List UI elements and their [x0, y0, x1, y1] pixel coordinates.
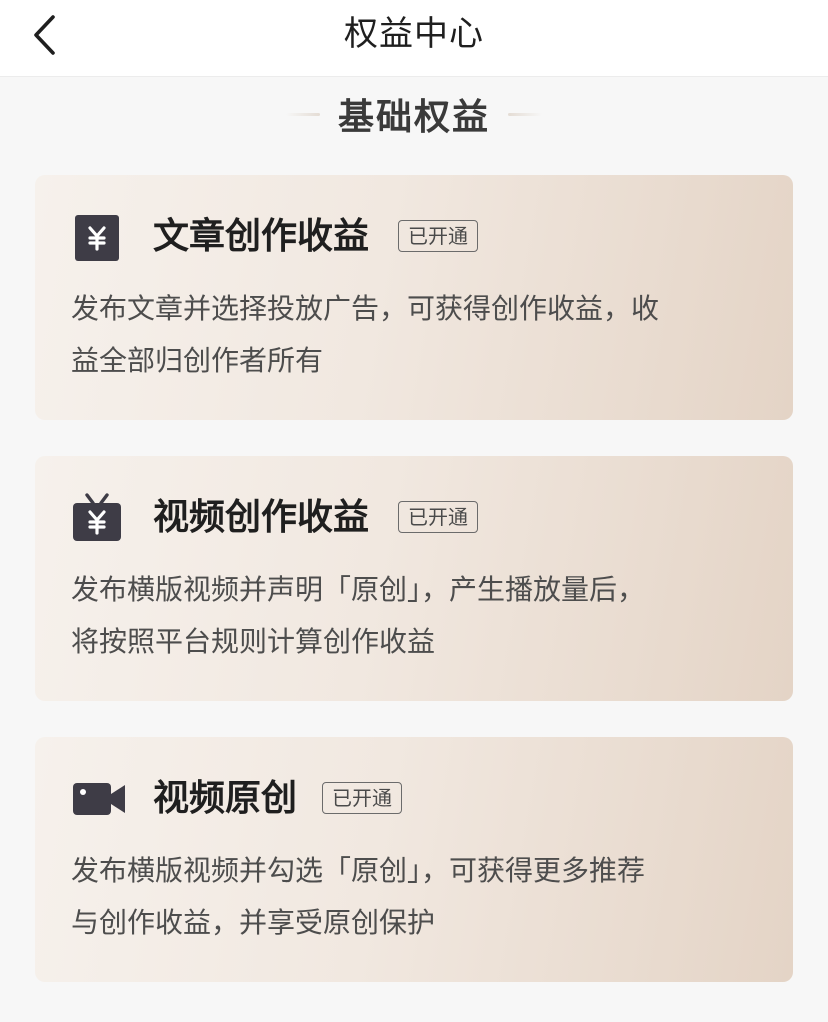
card-description-line: 益全部归创作者所有 [71, 344, 324, 377]
status-badge: 已开通 [398, 220, 478, 252]
card-description-line: 发布文章并选择投放广告，可获得创作收益，收 [71, 292, 660, 325]
section-divider-left [285, 112, 320, 116]
card-description-line: 与创作收益，并享受原创保护 [71, 906, 436, 939]
card-description: 发布横版视频并勾选「原创」，可获得更多推荐 与创作收益，并享受原创保护 [71, 845, 751, 949]
status-badge: 已开通 [398, 501, 478, 533]
card-title: 文章创作收益 [153, 216, 370, 257]
card-title: 视频创作收益 [153, 497, 370, 538]
benefit-card-article-revenue[interactable]: 文章创作收益 已开通 发布文章并选择投放广告，可获得创作收益，收 益全部归创作者… [35, 175, 793, 420]
yuan-icon [75, 215, 119, 261]
card-description: 发布横版视频并声明「原创」，产生播放量后， 将按照平台规则计算创作收益 [71, 564, 751, 668]
video-camera-icon [73, 783, 125, 815]
page-title: 权益中心 [344, 14, 484, 54]
section-divider-right [508, 112, 542, 116]
card-description: 发布文章并选择投放广告，可获得创作收益，收 益全部归创作者所有 [71, 283, 751, 387]
card-description-line: 将按照平台规则计算创作收益 [71, 625, 436, 658]
section-header: 基础权益 [0, 88, 828, 140]
card-description-line: 发布横版视频并声明「原创」，产生播放量后， [71, 573, 646, 606]
section-title: 基础权益 [337, 97, 490, 138]
top-nav-bar: 权益中心 [0, 0, 828, 77]
card-description-line: 发布横版视频并勾选「原创」，可获得更多推荐 [71, 854, 646, 887]
benefit-card-video-original[interactable]: 视频原创 已开通 发布横版视频并勾选「原创」，可获得更多推荐 与创作收益，并享受… [35, 737, 793, 982]
card-title: 视频原创 [153, 778, 298, 819]
status-badge: 已开通 [322, 782, 402, 814]
tv-yuan-icon [73, 493, 121, 541]
benefit-card-video-revenue[interactable]: 视频创作收益 已开通 发布横版视频并声明「原创」，产生播放量后， 将按照平台规则… [35, 456, 793, 701]
